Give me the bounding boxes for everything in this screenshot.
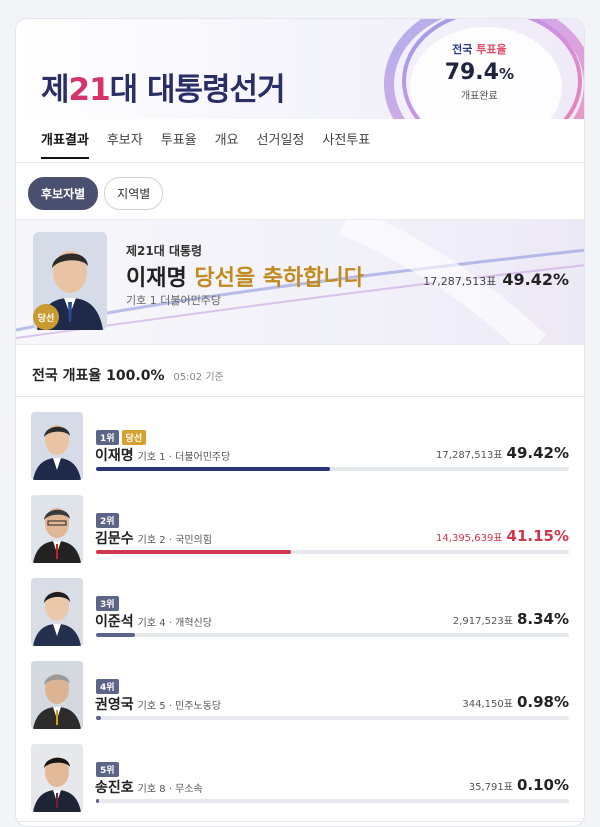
candidate-pct: 41.15% xyxy=(506,527,569,545)
winner-headline: 이재명 당선을 축하합니다 xyxy=(126,260,364,292)
count-time: 05:02 기준 xyxy=(173,372,224,383)
candidate-photo xyxy=(31,412,83,480)
winner-party: 기호 1 더불어민주당 xyxy=(126,294,221,307)
count-label: 전국 개표율 xyxy=(32,368,102,384)
candidate-party: 기호 8 · 무소속 xyxy=(137,784,203,795)
vote-bar-track xyxy=(96,550,569,554)
divider xyxy=(16,162,584,163)
winner-result: 17,287,513표 49.42% xyxy=(423,270,569,289)
header-banner: 제21대 대통령선거 전국 투표율 79.4% 개표완료 xyxy=(16,19,584,119)
view-filter: 후보자별 지역별 xyxy=(28,177,164,210)
tab-candidates[interactable]: 후보자 xyxy=(107,129,143,159)
candidate-photo xyxy=(31,495,83,563)
rank-badge: 5위 xyxy=(96,762,119,777)
turnout-box: 전국 투표율 79.4% 개표완료 xyxy=(444,43,514,102)
candidate-photo xyxy=(31,744,83,812)
election-card: 제21대 대통령선거 전국 투표율 79.4% 개표완료 개표결과 후보자 투표… xyxy=(15,18,585,827)
vote-bar-track xyxy=(96,716,569,720)
candidate-row[interactable]: 1위 당선 이재명 기호 1 · 더불어민주당 17,287,513표 49.42% xyxy=(16,412,584,494)
candidate-pct: 49.42% xyxy=(506,444,569,462)
candidate-row[interactable]: 5위 송진호 기호 8 · 무소속 35,791표 0.10% xyxy=(16,744,584,826)
candidate-row[interactable]: 4위 권영국 기호 5 · 민주노동당 344,150표 0.98% xyxy=(16,661,584,743)
vote-bar-fill xyxy=(96,550,291,554)
candidate-row[interactable]: 3위 이준석 기호 4 · 개혁신당 2,917,523표 8.34% xyxy=(16,578,584,660)
candidate-party: 기호 5 · 민주노동당 xyxy=(137,701,222,712)
candidate-votes: 17,287,513표 xyxy=(436,450,503,461)
vote-bar-fill xyxy=(96,467,330,471)
candidate-party: 기호 1 · 더불어민주당 xyxy=(137,452,231,463)
tab-results[interactable]: 개표결과 xyxy=(41,129,89,159)
winner-pct: 49.42% xyxy=(502,270,569,289)
tab-overview[interactable]: 개요 xyxy=(215,129,239,159)
turnout-value: 79.4 xyxy=(444,60,499,85)
turnout-label-b: 투표율 xyxy=(476,43,507,56)
tab-schedule[interactable]: 선거일정 xyxy=(257,129,305,159)
turnout-label-a: 전국 xyxy=(452,43,473,56)
tab-bar: 개표결과 후보자 투표율 개요 선거일정 사전투표 xyxy=(41,129,370,159)
candidate-votes: 2,917,523표 xyxy=(452,616,513,627)
count-status: 전국 개표율 100.0% 05:02 기준 xyxy=(32,365,224,385)
winner-election: 제21대 대통령 xyxy=(126,244,203,258)
vote-bar-track xyxy=(96,467,569,471)
winner-name: 이재명 xyxy=(126,266,187,291)
rank-badge: 1위 xyxy=(96,430,119,445)
rank-badge: 4위 xyxy=(96,679,119,694)
candidate-photo xyxy=(31,578,83,646)
candidate-name: 김문수 xyxy=(95,531,134,547)
rank-badge: 2위 xyxy=(96,513,119,528)
vote-bar-track xyxy=(96,799,569,803)
divider xyxy=(16,396,584,397)
vote-bar-fill xyxy=(96,716,101,720)
candidate-votes: 344,150표 xyxy=(462,699,513,710)
count-pct: 100.0% xyxy=(106,368,165,384)
candidate-name: 이준석 xyxy=(95,614,134,630)
filter-by-region[interactable]: 지역별 xyxy=(104,177,164,210)
candidate-row[interactable]: 2위 김문수 기호 2 · 국민의힘 14,395,639표 41.15% xyxy=(16,495,584,577)
candidate-name: 권영국 xyxy=(95,697,134,713)
candidate-pct: 0.10% xyxy=(516,776,569,794)
elected-badge: 당선 xyxy=(33,304,59,330)
filter-by-candidate[interactable]: 후보자별 xyxy=(28,177,99,210)
candidate-pct: 0.98% xyxy=(516,693,569,711)
candidate-name: 송진호 xyxy=(95,780,134,796)
rank-badge: 3위 xyxy=(96,596,119,611)
page-title: 제21대 대통령선거 xyxy=(41,72,286,108)
tab-early-voting[interactable]: 사전투표 xyxy=(322,129,370,159)
candidate-name: 이재명 xyxy=(95,448,134,464)
candidate-votes: 14,395,639표 xyxy=(436,533,503,544)
winner-congrats: 당선을 축하합니다 xyxy=(194,266,364,291)
candidate-pct: 8.34% xyxy=(516,610,569,628)
vote-bar-track xyxy=(96,633,569,637)
vote-bar-fill xyxy=(96,799,99,803)
tab-turnout[interactable]: 투표율 xyxy=(161,129,197,159)
candidate-party: 기호 4 · 개혁신당 xyxy=(137,618,212,629)
divider xyxy=(16,821,584,822)
elected-tag: 당선 xyxy=(121,430,147,445)
candidate-photo xyxy=(31,661,83,729)
winner-banner: 당선 제21대 대통령 이재명 당선을 축하합니다 기호 1 더불어민주당 17… xyxy=(16,219,584,345)
turnout-status: 개표완료 xyxy=(460,91,498,102)
vote-bar-fill xyxy=(96,633,136,637)
candidate-party: 기호 2 · 국민의힘 xyxy=(137,535,212,546)
candidate-votes: 35,791표 xyxy=(468,782,513,793)
winner-votes: 17,287,513표 xyxy=(423,275,497,288)
